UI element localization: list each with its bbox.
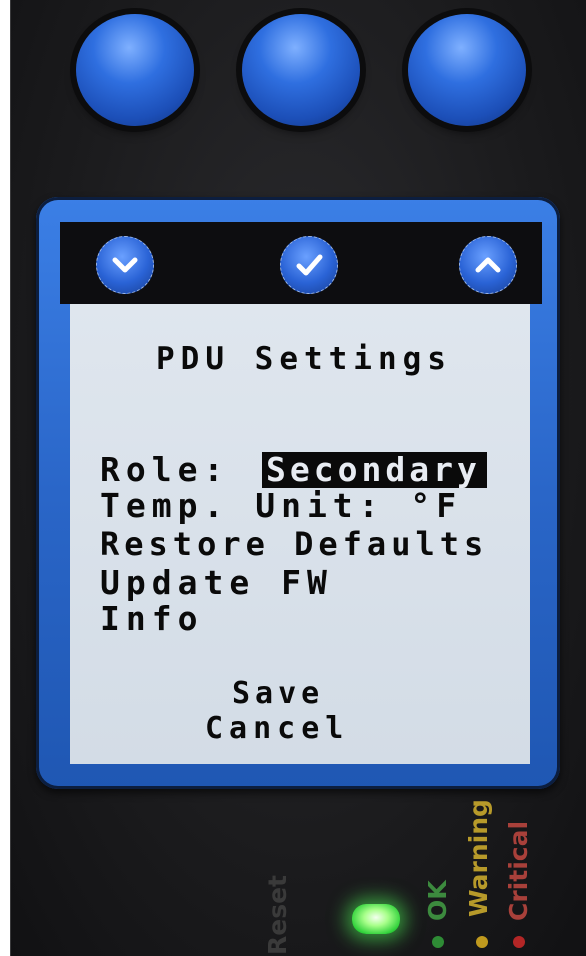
menu-item-update-fw[interactable]: Update FW bbox=[100, 563, 333, 602]
save-button[interactable]: Save bbox=[232, 676, 324, 711]
menu-item-role-value-selected[interactable]: Secondary bbox=[262, 452, 487, 488]
hardware-button-left[interactable] bbox=[76, 14, 194, 126]
menu-item-temp-unit[interactable]: Temp. Unit: °F bbox=[100, 486, 462, 525]
ok-dot-icon bbox=[432, 936, 444, 948]
critical-indicator-label: Critical bbox=[504, 820, 533, 921]
ok-indicator-label: OK bbox=[423, 880, 452, 921]
cancel-button[interactable]: Cancel bbox=[205, 711, 349, 746]
checkmark-icon[interactable] bbox=[280, 236, 338, 294]
status-led-green bbox=[352, 904, 400, 934]
warning-indicator-label: Warning bbox=[464, 799, 493, 917]
menu-item-restore-defaults[interactable]: Restore Defaults bbox=[100, 525, 488, 563]
reset-label: Reset bbox=[263, 875, 292, 955]
hardware-button-center[interactable] bbox=[242, 14, 360, 126]
critical-dot-icon bbox=[513, 936, 525, 948]
menu-item-info[interactable]: Info bbox=[100, 599, 203, 638]
hardware-button-right[interactable] bbox=[408, 14, 526, 126]
chevron-up-icon[interactable] bbox=[459, 236, 517, 294]
chevron-down-icon[interactable] bbox=[96, 236, 154, 294]
warning-dot-icon bbox=[476, 936, 488, 948]
page-title: PDU Settings bbox=[156, 341, 452, 377]
menu-item-role-label[interactable]: Role: bbox=[100, 450, 229, 489]
